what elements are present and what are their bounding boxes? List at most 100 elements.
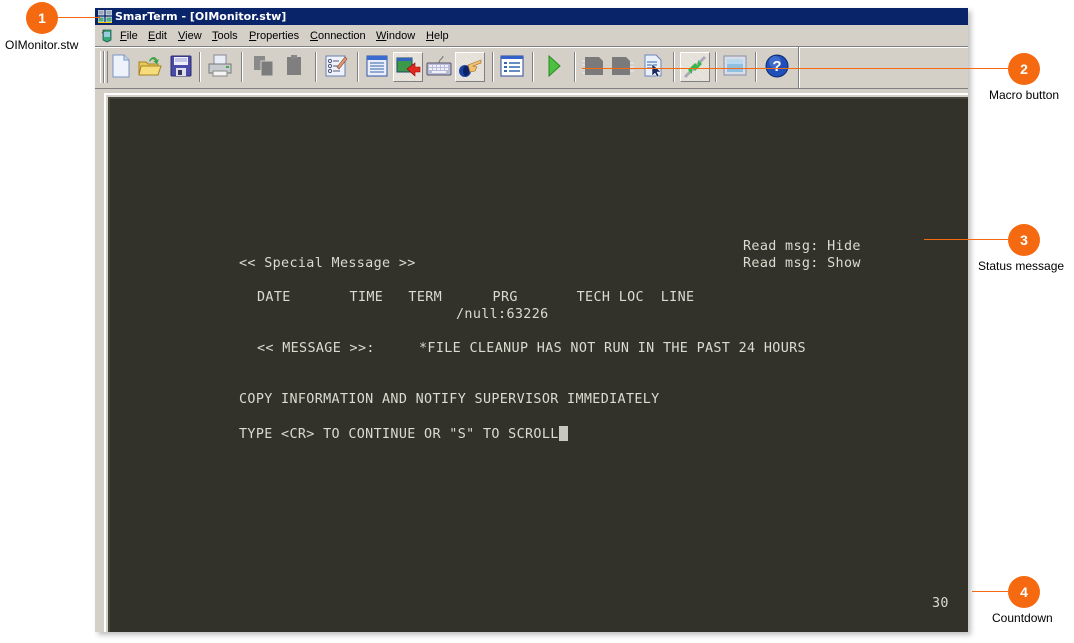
menu-tools-label: ools bbox=[217, 30, 238, 42]
callout-3-line bbox=[924, 239, 1008, 240]
message-label: << MESSAGE >>: bbox=[257, 341, 375, 356]
panel-button[interactable] bbox=[499, 53, 525, 79]
record-macro-button-1[interactable] bbox=[581, 53, 607, 79]
new-document-icon bbox=[112, 54, 130, 78]
chip-icon bbox=[612, 57, 634, 75]
callout-4-line bbox=[972, 591, 1008, 592]
prompt-line: TYPE <CR> TO CONTINUE OR "S" TO SCROLL bbox=[239, 426, 568, 443]
callout-2-label: Macro button bbox=[989, 88, 1060, 102]
smarterm-window: SmarTerm - [OIMonitor.stw] File Edit Vie… bbox=[95, 8, 968, 632]
menu-file-label: ile bbox=[126, 30, 138, 42]
toolbar-separator bbox=[315, 52, 317, 82]
toolbar-separator bbox=[532, 52, 534, 82]
save-file-button[interactable] bbox=[168, 53, 194, 79]
transfer-icon bbox=[396, 57, 421, 77]
menu-window-label: indow bbox=[386, 30, 416, 42]
menu-properties[interactable]: Properties bbox=[249, 26, 299, 46]
hotspots-button[interactable] bbox=[455, 52, 485, 82]
callout-4-badge: 4 bbox=[1008, 576, 1040, 608]
status-message-hide: Read msg: Hide bbox=[743, 239, 861, 254]
checklist-icon bbox=[325, 55, 348, 77]
menu-connection-label: onnection bbox=[317, 30, 366, 42]
menu-view[interactable]: View bbox=[178, 26, 202, 46]
menu-edit[interactable]: Edit bbox=[148, 26, 167, 46]
text-cursor bbox=[558, 426, 568, 441]
display-button[interactable] bbox=[722, 53, 748, 79]
new-file-button[interactable] bbox=[108, 53, 134, 79]
toolbar-separator bbox=[755, 52, 757, 82]
menu-help-mnemonic: H bbox=[426, 30, 434, 42]
callout-2-line bbox=[582, 68, 1008, 69]
help-icon: ? bbox=[765, 54, 789, 78]
list-icon bbox=[366, 55, 388, 77]
record-macro-button-2[interactable] bbox=[610, 53, 636, 79]
printer-icon bbox=[208, 54, 232, 77]
callout-1-label: OIMonitor.stw bbox=[5, 38, 79, 52]
menu-file[interactable]: File bbox=[120, 26, 138, 46]
toolbar-separator bbox=[673, 52, 675, 82]
special-message-heading: << Special Message >> bbox=[239, 256, 416, 271]
menu-edit-label: dit bbox=[155, 30, 167, 42]
countdown: 30 bbox=[932, 596, 949, 611]
callout-3-label: Status message bbox=[978, 259, 1065, 273]
panel-icon bbox=[500, 55, 524, 77]
callout-4-label: Countdown bbox=[992, 611, 1053, 625]
select-button[interactable] bbox=[640, 53, 666, 79]
smarterm-app-icon bbox=[98, 10, 112, 23]
menu-properties-label: roperties bbox=[256, 30, 300, 42]
copy-icon bbox=[254, 56, 274, 77]
keyboard-icon bbox=[426, 55, 452, 76]
plug-connect-icon bbox=[683, 55, 707, 79]
copy-button[interactable] bbox=[251, 53, 277, 79]
session-list-button[interactable] bbox=[364, 53, 390, 79]
menu-view-label: iew bbox=[185, 30, 202, 42]
help-button[interactable]: ? bbox=[764, 53, 790, 79]
prg-value: /null:63226 bbox=[456, 307, 549, 322]
print-button[interactable] bbox=[207, 53, 233, 79]
transfer-button[interactable] bbox=[393, 52, 423, 82]
toolbar-separator bbox=[357, 52, 359, 82]
window-title: SmarTerm - [OIMonitor.stw] bbox=[115, 10, 287, 23]
screen-icon bbox=[723, 55, 747, 76]
callout-1-badge: 1 bbox=[26, 2, 58, 34]
menu-bar: File Edit View Tools Properties Connecti… bbox=[95, 26, 968, 46]
prompt-text: TYPE <CR> TO CONTINUE OR "S" TO SCROLL bbox=[239, 427, 559, 442]
menu-tools[interactable]: Tools bbox=[212, 26, 238, 46]
client-area: Read msg: Hide Read msg: Show << Special… bbox=[95, 89, 968, 632]
hand-pointer-icon bbox=[459, 59, 482, 77]
title-bar: SmarTerm - [OIMonitor.stw] bbox=[95, 8, 968, 25]
menu-help-label: elp bbox=[433, 30, 449, 42]
chip-icon bbox=[582, 57, 603, 75]
callout-3-badge: 3 bbox=[1008, 224, 1040, 256]
menu-file-mnemonic: F bbox=[120, 30, 127, 42]
properties-button[interactable] bbox=[323, 53, 349, 79]
paste-button[interactable] bbox=[282, 53, 308, 79]
terminal-screen[interactable]: Read msg: Hide Read msg: Show << Special… bbox=[108, 97, 968, 632]
toolbar-separator bbox=[492, 52, 494, 82]
callout-1-line bbox=[58, 17, 100, 18]
callout-2-badge: 2 bbox=[1008, 53, 1040, 85]
toolbar-separator bbox=[241, 52, 243, 82]
toolbar-separator bbox=[199, 52, 201, 82]
cursor-document-icon bbox=[644, 54, 662, 78]
toolbar-separator bbox=[574, 52, 576, 82]
menu-window-mnemonic: W bbox=[376, 30, 387, 42]
floppy-disk-icon bbox=[170, 55, 192, 77]
menu-help[interactable]: Help bbox=[426, 26, 449, 46]
open-file-button[interactable] bbox=[137, 53, 163, 79]
svg-text:?: ? bbox=[772, 58, 781, 75]
run-macro-button[interactable] bbox=[541, 53, 567, 79]
connect-button[interactable] bbox=[680, 52, 710, 82]
menu-window[interactable]: Window bbox=[376, 26, 415, 46]
keyboard-button[interactable] bbox=[426, 53, 452, 79]
message-text: *FILE CLEANUP HAS NOT RUN IN THE PAST 24… bbox=[419, 341, 806, 356]
session-document-icon[interactable] bbox=[100, 29, 114, 43]
column-headers: DATE TIME TERM PRG TECH LOC LINE bbox=[257, 290, 695, 305]
paste-icon bbox=[287, 55, 301, 75]
open-folder-icon bbox=[138, 57, 162, 76]
play-icon bbox=[548, 54, 561, 78]
menu-connection-mnemonic: C bbox=[310, 30, 318, 42]
toolbar-separator bbox=[715, 52, 717, 82]
instruction-text: COPY INFORMATION AND NOTIFY SUPERVISOR I… bbox=[239, 392, 660, 407]
menu-connection[interactable]: Connection bbox=[310, 26, 366, 46]
